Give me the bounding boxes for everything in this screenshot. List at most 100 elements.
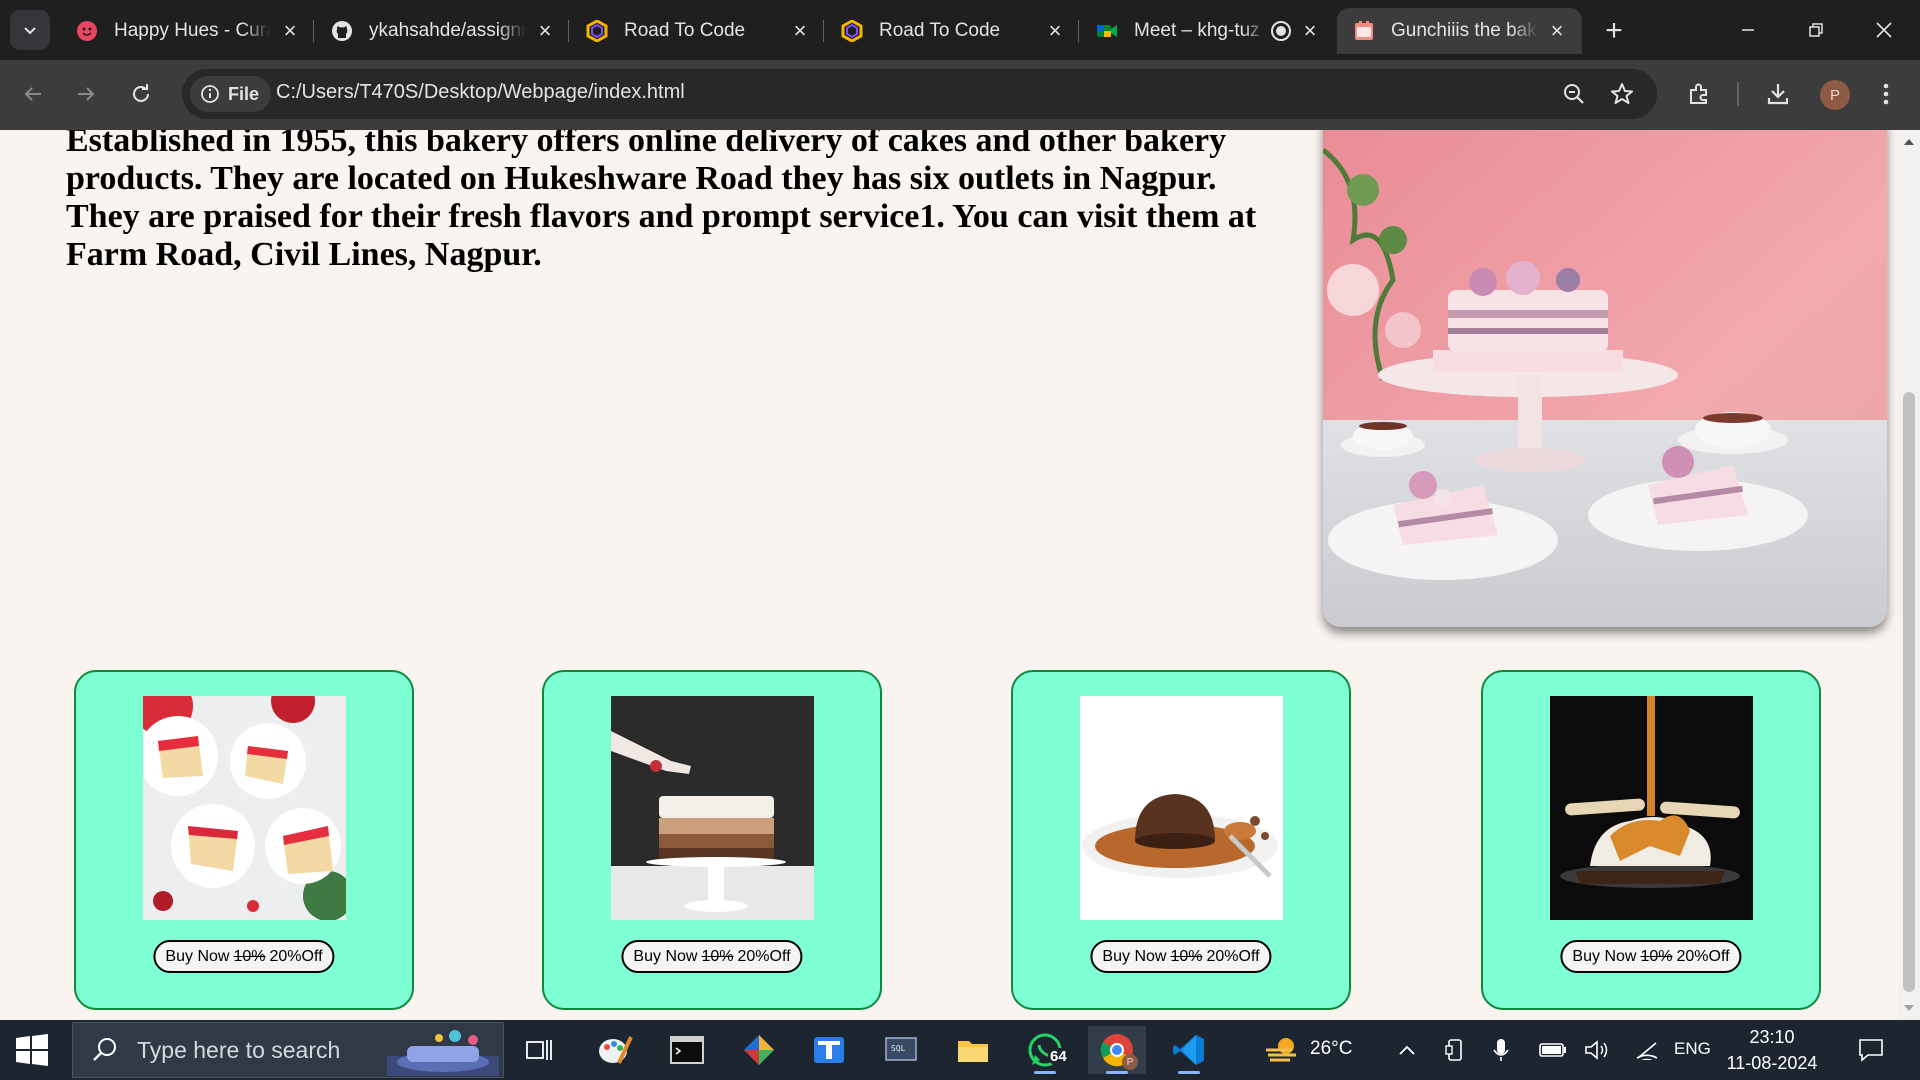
tab-road-to-code-1[interactable]: Road To Code × [570,8,825,54]
tab-search-button[interactable] [10,10,50,50]
new-tab-button[interactable]: + [1596,13,1632,49]
reload-button[interactable] [121,74,161,114]
toolbar-divider [1737,82,1739,106]
search-highlight-illustration [387,1030,499,1076]
back-button[interactable] [13,74,53,114]
vscode-button[interactable] [1160,1026,1218,1074]
sql-database-icon: SQL [885,1037,917,1061]
close-tab-icon[interactable]: × [1546,18,1568,43]
task-view-icon [526,1040,552,1060]
device-icon[interactable] [1442,1038,1468,1062]
tab-divider [568,20,569,42]
close-window-button[interactable] [1850,0,1918,60]
wifi-icon[interactable] [1634,1038,1660,1062]
product-card: Buy Now 10% 20%Off [1481,670,1821,1010]
chevron-down-icon [24,27,36,35]
github-icon [331,20,353,42]
product-card: Buy Now 10% 20%Off [74,670,414,1010]
terminal-icon [670,1036,704,1064]
buy-now-button[interactable]: Buy Now 10% 20%Off [1090,940,1272,973]
paint-palette-icon [599,1036,633,1064]
profile-avatar[interactable]: P [1820,80,1850,110]
tab-happy-hues[interactable]: Happy Hues - Cura × [60,8,315,54]
page-viewport: Established in 1955, this bakery offers … [0,130,1898,1020]
reload-icon [133,84,149,102]
close-tab-icon[interactable]: × [1044,18,1066,43]
old-discount: 10% [233,947,266,965]
minimize-button[interactable] [1714,0,1782,60]
whatsapp-button[interactable]: 64 [1016,1026,1074,1074]
weather-icon[interactable] [1262,1038,1300,1062]
buy-label: Buy Now [633,947,698,965]
buy-now-button[interactable]: Buy Now 10% 20%Off [621,940,803,973]
product-card: Buy Now 10% 20%Off [1011,670,1351,1010]
taskbar-clock[interactable]: 23:10 11-08-2024 [1722,1024,1822,1076]
input-language[interactable]: ENG [1674,1039,1711,1059]
scroll-down-arrow-icon[interactable] [1903,1002,1915,1014]
download-icon [1767,84,1789,105]
browser-menu-button[interactable] [1868,76,1904,112]
close-tab-icon[interactable]: × [534,18,556,43]
terminal-app-button[interactable] [658,1026,716,1074]
tab-github[interactable]: ykahsahde/assignm × [315,8,570,54]
ice-cream-dessert-image [1550,696,1753,920]
tab-divider [823,20,824,42]
task-view-button[interactable] [510,1026,568,1074]
typing-app-button[interactable] [800,1026,858,1074]
tab-google-meet[interactable]: Meet – khg-tuz × [1080,8,1335,54]
new-discount: 20%Off [269,947,323,965]
address-bar[interactable]: File C:/Users/T470S/Desktop/Webpage/inde… [182,69,1657,119]
restore-icon [1809,23,1823,37]
close-tab-icon[interactable]: × [789,18,811,43]
tab-road-to-code-2[interactable]: Road To Code × [825,8,1080,54]
close-tab-icon[interactable]: × [1299,18,1321,43]
tab-gunchiiis-bakery[interactable]: Gunchiiis the baker × [1337,8,1582,54]
tab-divider [313,20,314,42]
notification-center-icon[interactable] [1856,1038,1886,1062]
buy-now-button[interactable]: Buy Now 10% 20%Off [1560,940,1742,973]
url-text[interactable]: C:/Users/T470S/Desktop/Webpage/index.htm… [276,81,685,104]
buy-now-button[interactable]: Buy Now 10% 20%Off [153,940,335,973]
downloads-button[interactable] [1760,76,1796,112]
happy-hues-icon [76,20,98,42]
minimize-icon [1742,29,1754,31]
git-app-button[interactable] [730,1026,788,1074]
info-icon [201,85,219,103]
bookmark-star-icon[interactable] [1608,80,1636,108]
windows-start-icon[interactable] [14,1034,50,1066]
microphone-icon[interactable] [1488,1038,1514,1062]
volume-icon[interactable] [1584,1038,1610,1062]
svg-text:SQL: SQL [891,1044,906,1053]
forward-button[interactable] [66,74,106,114]
chrome-button[interactable]: P [1088,1026,1146,1074]
zoom-icon[interactable] [1560,80,1588,108]
hero-cake-image [1323,130,1887,627]
buy-label: Buy Now [1572,947,1637,965]
file-explorer-button[interactable] [944,1026,1002,1074]
close-tab-icon[interactable]: × [279,18,301,43]
typing-app-icon [814,1037,844,1063]
road-to-code-icon [841,20,863,42]
tab-divider [1078,20,1079,42]
kebab-menu-icon [1883,83,1889,105]
site-info-chip[interactable]: File [190,76,272,112]
battery-icon[interactable] [1538,1038,1568,1062]
taskbar-search-box[interactable]: Type here to search [72,1022,504,1078]
recording-icon [1271,21,1291,41]
tab-title: Road To Code [879,20,1001,41]
page-scrollbar[interactable] [1898,130,1920,1020]
tab-title: Meet – khg-tuz [1134,20,1260,41]
tab-title: ykahsahde/assignm [369,20,526,41]
extensions-button[interactable] [1681,76,1717,112]
hidden-icons-chevron-icon[interactable] [1394,1038,1420,1062]
scrollbar-thumb[interactable] [1903,392,1915,992]
weather-temperature[interactable]: 26°C [1310,1038,1352,1060]
scroll-up-arrow-icon[interactable] [1903,136,1915,148]
strawberry-cake-image [143,696,346,920]
sql-app-button[interactable]: SQL [872,1026,930,1074]
product-card: Buy Now 10% 20%Off [542,670,882,1010]
google-meet-icon [1096,20,1118,42]
paint-app-button[interactable] [586,1026,644,1074]
tab-title: Road To Code [624,20,746,41]
restore-button[interactable] [1782,0,1850,60]
